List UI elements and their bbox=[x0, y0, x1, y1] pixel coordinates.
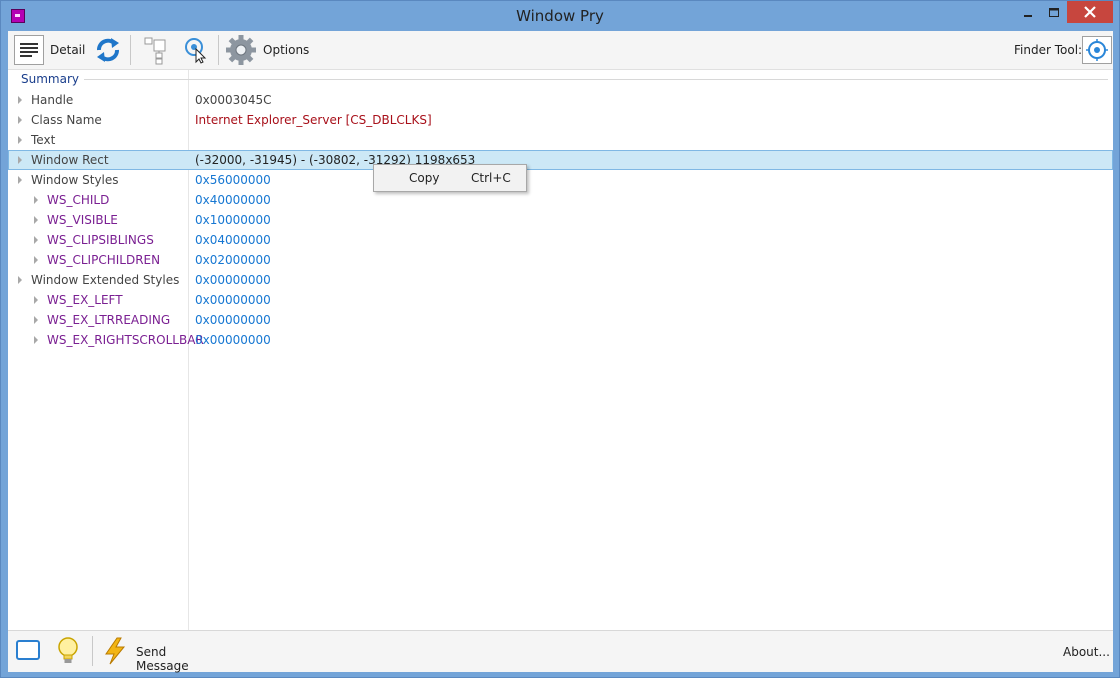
row-name: WS_EX_RIGHTSCROLLBAR bbox=[47, 333, 204, 347]
refresh-button[interactable] bbox=[94, 35, 122, 65]
tree-view-button[interactable] bbox=[142, 35, 170, 65]
expand-arrow-icon[interactable] bbox=[34, 256, 38, 264]
expand-arrow-icon[interactable] bbox=[18, 176, 22, 184]
row-name: WS_VISIBLE bbox=[47, 213, 118, 227]
row-name: Handle bbox=[31, 93, 74, 107]
close-icon bbox=[1084, 6, 1096, 18]
tree-row-window-rect[interactable]: Window Rect (-32000, -31945) - (-30802, … bbox=[8, 150, 1113, 170]
tree-row-ws-visible[interactable]: WS_VISIBLE 0x10000000 bbox=[8, 210, 1113, 230]
row-value: 0x40000000 bbox=[195, 193, 271, 207]
tree-row-ws-clipchildren[interactable]: WS_CLIPCHILDREN 0x02000000 bbox=[8, 250, 1113, 270]
minimize-button[interactable] bbox=[1015, 1, 1041, 23]
expand-arrow-icon[interactable] bbox=[34, 296, 38, 304]
bottom-toolbar: Send Message About... bbox=[8, 630, 1113, 673]
tree-row-text[interactable]: Text bbox=[8, 130, 1113, 150]
row-name: WS_CHILD bbox=[47, 193, 110, 207]
property-tree: Summary Handle 0x0003045C Class Name Int… bbox=[8, 70, 1113, 630]
send-message-label: Send Message bbox=[136, 645, 189, 673]
expand-arrow-icon[interactable] bbox=[18, 276, 22, 284]
tree-row-ws-ex-rightscrollbar[interactable]: WS_EX_RIGHTSCROLLBAR 0x00000000 bbox=[8, 330, 1113, 350]
toolbar-separator bbox=[92, 636, 93, 666]
client-area: Detail Options Finder Tool: Summary Hand… bbox=[8, 31, 1113, 673]
refresh-icon bbox=[97, 38, 119, 62]
row-value: Internet Explorer_Server [CS_DBLCLKS] bbox=[195, 113, 432, 127]
detail-icon bbox=[14, 35, 44, 65]
row-name: Class Name bbox=[31, 113, 102, 127]
expand-arrow-icon[interactable] bbox=[18, 156, 22, 164]
row-name: WS_CLIPSIBLINGS bbox=[47, 233, 154, 247]
maximize-button[interactable] bbox=[1041, 1, 1067, 23]
row-name: Window Styles bbox=[31, 173, 119, 187]
context-menu: Copy Ctrl+C bbox=[373, 164, 527, 192]
row-value: 0x00000000 bbox=[195, 313, 271, 327]
about-link[interactable]: About... bbox=[1063, 645, 1110, 659]
lightning-icon bbox=[105, 637, 126, 665]
options-label: Options bbox=[263, 43, 310, 57]
row-name: Window Extended Styles bbox=[31, 273, 180, 287]
tree-row-ws-ex-ltrreading[interactable]: WS_EX_LTRREADING 0x00000000 bbox=[8, 310, 1113, 330]
expand-arrow-icon[interactable] bbox=[18, 116, 22, 124]
tree-row-window-styles[interactable]: Window Styles 0x56000000 bbox=[8, 170, 1113, 190]
row-value: 0x00000000 bbox=[195, 293, 271, 307]
expand-arrow-icon[interactable] bbox=[34, 196, 38, 204]
send-message-button[interactable]: Send Message bbox=[102, 636, 222, 673]
row-value: 0x56000000 bbox=[195, 173, 271, 187]
window-frame-button[interactable] bbox=[15, 638, 41, 662]
summary-header: Summary bbox=[21, 72, 79, 86]
row-value: 0x02000000 bbox=[195, 253, 271, 267]
lightbulb-icon bbox=[58, 637, 78, 663]
tree-row-ws-child[interactable]: WS_CHILD 0x40000000 bbox=[8, 190, 1113, 210]
row-value: 0x10000000 bbox=[195, 213, 271, 227]
crosshair-icon bbox=[1086, 39, 1108, 61]
highlight-button[interactable] bbox=[182, 35, 210, 65]
toolbar: Detail Options Finder Tool: bbox=[8, 31, 1113, 70]
row-value: 0x04000000 bbox=[195, 233, 271, 247]
detail-label: Detail bbox=[50, 43, 86, 57]
app-window: Window Pry Detail Options Finder Tool: S… bbox=[0, 0, 1120, 678]
row-name: Text bbox=[31, 133, 56, 147]
gear-icon bbox=[226, 35, 256, 65]
tree-row-window-extended-styles[interactable]: Window Extended Styles 0x00000000 bbox=[8, 270, 1113, 290]
expand-arrow-icon[interactable] bbox=[34, 316, 38, 324]
menu-item-shortcut: Ctrl+C bbox=[471, 171, 511, 185]
window-frame-icon bbox=[16, 640, 40, 660]
highlight-toggle-button[interactable] bbox=[55, 636, 81, 666]
tree-row-ws-ex-left[interactable]: WS_EX_LEFT 0x00000000 bbox=[8, 290, 1113, 310]
menu-item-copy[interactable]: Copy Ctrl+C bbox=[376, 167, 524, 189]
detail-button[interactable]: Detail bbox=[13, 35, 88, 65]
title-bar[interactable]: Window Pry bbox=[1, 1, 1119, 31]
tree-row-class-name[interactable]: Class Name Internet Explorer_Server [CS_… bbox=[8, 110, 1113, 130]
tree-view-icon bbox=[144, 37, 166, 65]
row-name: WS_EX_LEFT bbox=[47, 293, 123, 307]
toolbar-separator bbox=[218, 35, 219, 65]
toolbar-separator bbox=[130, 35, 131, 65]
close-button[interactable] bbox=[1067, 1, 1113, 23]
menu-item-label: Copy bbox=[409, 171, 440, 185]
expand-arrow-icon[interactable] bbox=[34, 336, 38, 344]
row-value: 0x00000000 bbox=[195, 333, 271, 347]
expand-arrow-icon[interactable] bbox=[34, 216, 38, 224]
row-value: 0x0003045C bbox=[195, 93, 272, 107]
finder-tool-target[interactable] bbox=[1082, 36, 1112, 64]
tree-row-handle[interactable]: Handle 0x0003045C bbox=[8, 90, 1113, 110]
expand-arrow-icon[interactable] bbox=[18, 96, 22, 104]
finder-tool-label: Finder Tool: bbox=[1014, 43, 1083, 57]
expand-arrow-icon[interactable] bbox=[18, 136, 22, 144]
row-name: WS_EX_LTRREADING bbox=[47, 313, 171, 327]
row-name: Window Rect bbox=[31, 153, 109, 167]
options-button[interactable]: Options bbox=[226, 35, 316, 65]
summary-divider bbox=[84, 79, 1108, 80]
row-value: 0x00000000 bbox=[195, 273, 271, 287]
window-title: Window Pry bbox=[516, 7, 604, 25]
maximize-icon bbox=[1049, 8, 1059, 17]
expand-arrow-icon[interactable] bbox=[34, 236, 38, 244]
pointer-target-icon bbox=[185, 38, 207, 64]
row-name: WS_CLIPCHILDREN bbox=[47, 253, 161, 267]
tree-row-ws-clipsiblings[interactable]: WS_CLIPSIBLINGS 0x04000000 bbox=[8, 230, 1113, 250]
minimize-icon bbox=[1024, 15, 1032, 17]
